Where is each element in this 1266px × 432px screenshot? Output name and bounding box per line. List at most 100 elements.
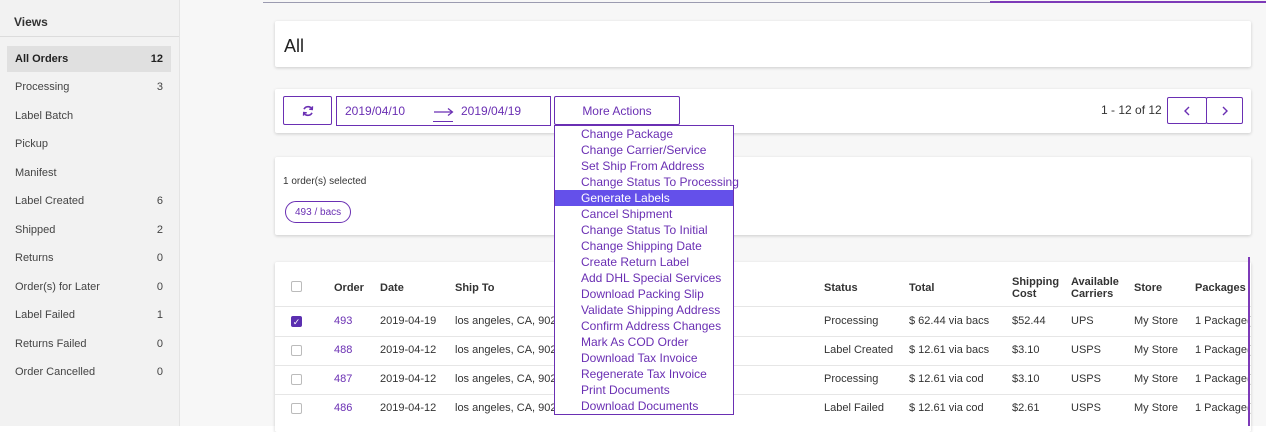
- sidebar-item-label: Returns: [15, 252, 54, 264]
- sidebar-item-label-failed[interactable]: Label Failed 1: [7, 302, 171, 328]
- chevron-left-icon: [1184, 106, 1190, 115]
- menu-item-cancel-shipment[interactable]: Cancel Shipment: [555, 206, 733, 222]
- order-packages: 1 Package(: [1195, 402, 1251, 414]
- col-header-total[interactable]: Total: [909, 282, 934, 294]
- menu-item-download-packing-slip[interactable]: Download Packing Slip: [555, 286, 733, 302]
- col-header-date[interactable]: Date: [380, 282, 404, 294]
- sidebar-item-count: 0: [156, 281, 163, 293]
- table-scroll-edge: [1248, 257, 1250, 426]
- sidebar-item-label: Manifest: [15, 167, 57, 179]
- sidebar-item-label: Order(s) for Later: [15, 281, 100, 293]
- sidebar-item-label: Label Batch: [15, 110, 74, 122]
- sidebar-item-returns-failed[interactable]: Returns Failed 0: [7, 331, 171, 357]
- sidebar-item-all-orders[interactable]: All Orders 12: [7, 46, 171, 72]
- col-header-status[interactable]: Status: [824, 282, 858, 294]
- menu-item-change-status-to-processing[interactable]: Change Status To Processing: [555, 174, 739, 190]
- sidebar-item-count: 12: [150, 53, 163, 65]
- order-link[interactable]: 487: [334, 373, 352, 385]
- refresh-button[interactable]: [283, 96, 332, 125]
- order-packages: 1 Package(: [1195, 344, 1251, 356]
- menu-item-change-package[interactable]: Change Package: [555, 126, 733, 142]
- menu-item-validate-shipping-address[interactable]: Validate Shipping Address: [555, 302, 733, 318]
- order-link[interactable]: 488: [334, 344, 352, 356]
- menu-item-change-status-to-initial[interactable]: Change Status To Initial: [555, 222, 733, 238]
- order-carriers: UPS: [1071, 315, 1094, 327]
- orders-table: Order Date Ship To Status Total Shipping…: [275, 262, 1251, 432]
- order-ship-to: los angeles, CA, 902: [455, 402, 557, 414]
- order-store: My Store: [1134, 373, 1179, 385]
- sidebar-item-count: 6: [156, 195, 163, 207]
- menu-item-change-shipping-date[interactable]: Change Shipping Date: [555, 238, 733, 254]
- order-shipping-cost: $2.61: [1012, 402, 1040, 414]
- order-link[interactable]: 486: [334, 402, 352, 414]
- sidebar-item-pickup[interactable]: Pickup: [7, 131, 171, 157]
- sidebar-item-count: 0: [156, 252, 163, 264]
- menu-item-set-ship-from-address[interactable]: Set Ship From Address: [555, 158, 733, 174]
- col-header-packages[interactable]: Packages: [1195, 282, 1246, 294]
- order-status: Label Created: [824, 344, 894, 356]
- next-page-button[interactable]: [1206, 97, 1243, 124]
- selection-card: 1 order(s) selected 493 / bacs: [275, 157, 1251, 235]
- order-status: Processing: [824, 373, 879, 385]
- row-divider: [275, 394, 1251, 395]
- order-store: My Store: [1134, 402, 1179, 414]
- sidebar-item-label: Label Failed: [15, 309, 75, 321]
- sidebar-item-label: Label Created: [15, 195, 85, 207]
- selected-count-text: 1 order(s) selected: [283, 176, 367, 187]
- sidebar-item-label: Pickup: [15, 138, 49, 150]
- prev-page-button[interactable]: [1167, 97, 1207, 124]
- sidebar-item-label-created[interactable]: Label Created 6: [7, 188, 171, 214]
- date-to-value[interactable]: 2019/04/19: [461, 104, 521, 118]
- sidebar-item-count: 1: [156, 309, 163, 321]
- page-title: All: [284, 36, 305, 56]
- sidebar-item-orders-for-later[interactable]: Order(s) for Later 0: [7, 274, 171, 300]
- select-all-checkbox[interactable]: [291, 281, 302, 292]
- sidebar-item-label-batch[interactable]: Label Batch: [7, 103, 171, 129]
- menu-item-print-documents[interactable]: Print Documents: [555, 382, 733, 398]
- sidebar-item-count: 2: [156, 224, 163, 236]
- order-store: My Store: [1134, 315, 1179, 327]
- menu-item-confirm-address-changes[interactable]: Confirm Address Changes: [555, 318, 733, 334]
- col-header-carriers-line1: Available: [1071, 276, 1119, 288]
- row-checkbox[interactable]: ✓: [291, 316, 302, 327]
- title-card: All: [275, 21, 1251, 67]
- sidebar-item-manifest[interactable]: Manifest: [7, 160, 171, 186]
- order-carriers: USPS: [1071, 373, 1101, 385]
- order-ship-to: los angeles, CA, 902: [455, 344, 557, 356]
- menu-item-create-return-label[interactable]: Create Return Label: [555, 254, 733, 270]
- col-header-store[interactable]: Store: [1134, 282, 1162, 294]
- header-divider: [275, 306, 1251, 307]
- row-divider: [275, 336, 1251, 337]
- col-header-shipping-cost[interactable]: Shipping Cost: [1012, 276, 1059, 300]
- col-header-available-carriers[interactable]: Available Carriers: [1071, 276, 1119, 300]
- row-checkbox[interactable]: [291, 403, 302, 414]
- menu-item-mark-as-cod-order[interactable]: Mark As COD Order: [555, 334, 733, 350]
- order-total: $ 12.61 via bacs: [909, 344, 990, 356]
- pagination-text: 1 - 12 of 12: [1101, 103, 1162, 117]
- menu-item-change-carrier-service[interactable]: Change Carrier/Service: [555, 142, 733, 158]
- col-header-order[interactable]: Order: [334, 282, 364, 294]
- selected-order-tag[interactable]: 493 / bacs: [285, 201, 352, 223]
- sidebar-item-count: 0: [156, 366, 163, 378]
- menu-item-regenerate-tax-invoice[interactable]: Regenerate Tax Invoice: [555, 366, 733, 382]
- order-shipping-cost: $3.10: [1012, 344, 1040, 356]
- refresh-icon: [302, 105, 313, 116]
- date-from-value[interactable]: 2019/04/10: [345, 104, 405, 118]
- menu-item-download-tax-invoice[interactable]: Download Tax Invoice: [555, 350, 733, 366]
- menu-item-download-documents[interactable]: Download Documents: [555, 398, 733, 414]
- row-divider: [275, 365, 1251, 366]
- col-header-ship-to[interactable]: Ship To: [455, 282, 495, 294]
- menu-item-add-dhl-special-services[interactable]: Add DHL Special Services: [555, 270, 733, 286]
- row-checkbox[interactable]: [291, 345, 302, 356]
- sidebar: Views All Orders 12 Processing 3 Label B…: [0, 0, 180, 426]
- sidebar-item-returns[interactable]: Returns 0: [7, 245, 171, 271]
- sidebar-item-processing[interactable]: Processing 3: [7, 74, 171, 100]
- menu-item-generate-labels[interactable]: Generate Labels: [555, 190, 733, 206]
- order-link[interactable]: 493: [334, 315, 352, 327]
- sidebar-item-order-cancelled[interactable]: Order Cancelled 0: [7, 359, 171, 385]
- more-actions-button[interactable]: More Actions: [554, 96, 680, 125]
- arrow-right-icon: [434, 108, 454, 116]
- sidebar-item-shipped[interactable]: Shipped 2: [7, 217, 171, 243]
- order-total: $ 62.44 via bacs: [909, 315, 990, 327]
- row-checkbox[interactable]: [291, 374, 302, 385]
